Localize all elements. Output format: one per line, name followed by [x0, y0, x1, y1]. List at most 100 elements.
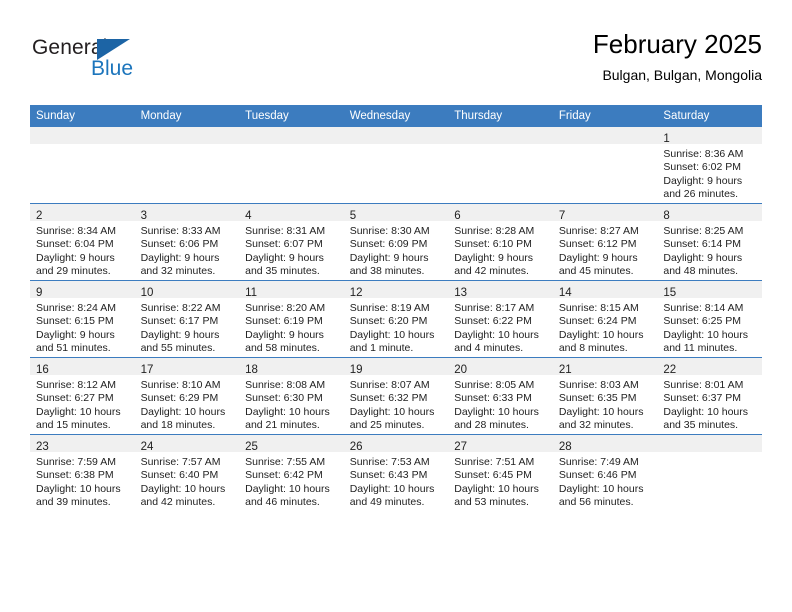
calendar-page: General Blue February 2025 Bulgan, Bulga… [0, 0, 792, 612]
calendar-week-row: 1 Sunrise: 8:36 AM Sunset: 6:02 PM Daylight… [30, 127, 762, 204]
sunrise-text: Sunrise: 7:49 AM [558, 456, 639, 468]
calendar-day-cell[interactable]: 22 Sunrise: 8:01 AM Sunset: 6:37 PM Dayligh… [657, 357, 762, 435]
day-number: 28 [558, 441, 572, 453]
day-number-band: 7 [552, 204, 658, 222]
calendar-day-cell-empty [552, 127, 658, 204]
daylight-text-line1: Daylight: 9 hours [36, 251, 115, 264]
daylight-text-line2: and 42 minutes. [454, 265, 529, 278]
daylight-text-line1: Daylight: 9 hours [454, 251, 534, 264]
day-number-band [134, 127, 240, 144]
day-number-band: 26 [343, 435, 449, 453]
sunrise-text: Sunrise: 8:03 AM [558, 379, 639, 391]
calendar-day-cell[interactable]: 16 Sunrise: 8:12 AM Sunset: 6:27 PM Dayligh… [30, 357, 135, 435]
daylight-text-line1: Daylight: 10 hours [36, 405, 121, 418]
sunset-text: Sunset: 6:02 PM [663, 161, 742, 174]
calendar-day-cell[interactable]: 19 Sunrise: 8:07 AM Sunset: 6:32 PM Dayligh… [343, 357, 449, 435]
day-number-band: 4 [239, 204, 344, 222]
calendar-day-cell[interactable]: 13 Sunrise: 8:17 AM Sunset: 6:22 PM Dayligh… [448, 280, 553, 358]
day-number-band: 1 [657, 127, 762, 145]
daylight-text-line1: Daylight: 10 hours [349, 328, 435, 341]
calendar-day-cell[interactable]: 4 Sunrise: 8:31 AM Sunset: 6:07 PM Daylight… [239, 203, 344, 281]
sunset-text: Sunset: 6:43 PM [349, 469, 428, 482]
calendar-day-cell[interactable]: 23 Sunrise: 7:59 AM Sunset: 6:38 PM Dayligh… [30, 434, 135, 511]
page-subtitle: Bulgan, Bulgan, Mongolia [602, 67, 762, 83]
day-number-band: 6 [448, 204, 553, 222]
day-number: 19 [349, 364, 363, 376]
sunset-text: Sunset: 6:30 PM [245, 392, 323, 405]
day-number: 3 [140, 210, 147, 222]
sunrise-text: Sunrise: 8:27 AM [558, 225, 639, 237]
day-details: Sunrise: 8:12 AM Sunset: 6:27 PM Daylight:… [30, 375, 135, 433]
sunrise-text: Sunrise: 8:05 AM [454, 379, 535, 391]
day-number-band: 21 [552, 358, 658, 376]
day-details: Sunrise: 8:20 AM Sunset: 6:19 PM Daylight:… [239, 298, 344, 356]
day-details: Sunrise: 8:30 AM Sunset: 6:09 PM Daylight:… [344, 221, 449, 279]
day-number: 8 [663, 210, 670, 222]
day-number-band: 22 [657, 358, 762, 376]
day-number-band: 17 [134, 358, 240, 376]
day-details: Sunrise: 7:49 AM Sunset: 6:46 PM Daylight:… [553, 452, 658, 510]
calendar-day-cell[interactable]: 20 Sunrise: 8:05 AM Sunset: 6:33 PM Dayligh… [448, 357, 553, 435]
day-details: Sunrise: 8:31 AM Sunset: 6:07 PM Daylight:… [239, 221, 344, 279]
calendar-day-cell[interactable]: 1 Sunrise: 8:36 AM Sunset: 6:02 PM Daylight… [657, 127, 762, 204]
calendar-day-cell[interactable]: 25 Sunrise: 7:55 AM Sunset: 6:42 PM Dayligh… [239, 434, 344, 511]
day-details: Sunrise: 8:24 AM Sunset: 6:15 PM Daylight:… [30, 298, 135, 356]
calendar-day-cell[interactable]: 21 Sunrise: 8:03 AM Sunset: 6:35 PM Dayligh… [552, 357, 658, 435]
day-number: 23 [36, 441, 49, 453]
daylight-text-line1: Daylight: 10 hours [454, 482, 539, 495]
day-number-band: 15 [657, 281, 762, 299]
sunrise-text: Sunrise: 8:24 AM [36, 302, 116, 314]
day-number: 9 [36, 287, 43, 299]
day-number-band: 12 [343, 281, 449, 299]
calendar-day-cell[interactable]: 10 Sunrise: 8:22 AM Sunset: 6:17 PM Dayligh… [134, 280, 240, 358]
day-number-band: 3 [134, 204, 240, 222]
calendar-day-cell[interactable]: 6 Sunrise: 8:28 AM Sunset: 6:10 PM Daylight… [448, 203, 553, 281]
calendar-day-cell[interactable]: 17 Sunrise: 8:10 AM Sunset: 6:29 PM Dayligh… [134, 357, 240, 435]
day-number-band: 5 [343, 204, 449, 222]
daylight-text-line2: and 32 minutes. [558, 419, 634, 432]
day-number-band [30, 127, 135, 144]
sunset-text: Sunset: 6:24 PM [558, 315, 637, 328]
daylight-text-line1: Daylight: 10 hours [663, 405, 749, 418]
calendar-day-cell[interactable]: 18 Sunrise: 8:08 AM Sunset: 6:30 PM Dayligh… [239, 357, 344, 435]
calendar-day-cell[interactable]: 5 Sunrise: 8:30 AM Sunset: 6:09 PM Daylight… [343, 203, 449, 281]
day-number-band: 20 [448, 358, 553, 376]
calendar-day-cell[interactable]: 15 Sunrise: 8:14 AM Sunset: 6:25 PM Dayligh… [657, 280, 762, 358]
daylight-text-line2: and 25 minutes. [349, 419, 425, 432]
calendar-day-cell[interactable]: 8 Sunrise: 8:25 AM Sunset: 6:14 PM Daylight… [657, 203, 762, 281]
day-number: 20 [454, 364, 468, 376]
day-number-band: 8 [657, 204, 762, 222]
calendar-day-cell[interactable]: 24 Sunrise: 7:57 AM Sunset: 6:40 PM Dayligh… [134, 434, 240, 511]
weekday-header-sunday: Sunday [30, 105, 135, 127]
calendar-day-cell[interactable]: 7 Sunrise: 8:27 AM Sunset: 6:12 PM Daylight… [552, 203, 658, 281]
calendar-day-cell[interactable]: 14 Sunrise: 8:15 AM Sunset: 6:24 PM Dayligh… [552, 280, 658, 358]
calendar-day-cell[interactable]: 12 Sunrise: 8:19 AM Sunset: 6:20 PM Dayligh… [343, 280, 449, 358]
day-details: Sunrise: 8:15 AM Sunset: 6:24 PM Daylight:… [553, 298, 658, 356]
sunrise-text: Sunrise: 8:25 AM [663, 225, 744, 237]
calendar-week-row: 2 Sunrise: 8:34 AM Sunset: 6:04 PM Daylight… [30, 203, 762, 281]
day-details: Sunrise: 8:03 AM Sunset: 6:35 PM Daylight:… [553, 375, 658, 433]
sunset-text: Sunset: 6:40 PM [140, 469, 219, 482]
daylight-text-line2: and 48 minutes. [663, 265, 739, 278]
sunset-text: Sunset: 6:22 PM [454, 315, 532, 328]
general-blue-logo[interactable]: General Blue [32, 36, 162, 90]
day-number-band: 2 [30, 204, 135, 222]
daylight-text-line1: Daylight: 9 hours [140, 328, 220, 341]
day-details: Sunrise: 8:33 AM Sunset: 6:06 PM Daylight:… [135, 221, 240, 279]
day-details: Sunrise: 8:08 AM Sunset: 6:30 PM Daylight:… [239, 375, 344, 433]
calendar-day-cell-empty [239, 127, 344, 204]
sunset-text: Sunset: 6:07 PM [245, 238, 323, 251]
day-number: 11 [245, 287, 258, 299]
day-details: Sunrise: 8:34 AM Sunset: 6:04 PM Daylight:… [30, 221, 135, 279]
calendar-day-cell[interactable]: 11 Sunrise: 8:20 AM Sunset: 6:19 PM Dayligh… [239, 280, 344, 358]
calendar-day-cell[interactable]: 9 Sunrise: 8:24 AM Sunset: 6:15 PM Daylight… [30, 280, 135, 358]
calendar-day-cell[interactable]: 28 Sunrise: 7:49 AM Sunset: 6:46 PM Dayligh… [552, 434, 658, 511]
day-number: 15 [663, 287, 677, 299]
calendar-day-cell[interactable]: 3 Sunrise: 8:33 AM Sunset: 6:06 PM Daylight… [134, 203, 240, 281]
calendar-day-cell[interactable]: 27 Sunrise: 7:51 AM Sunset: 6:45 PM Dayligh… [448, 434, 553, 511]
daylight-text-line2: and 45 minutes. [558, 265, 634, 278]
title-block: February 2025 Bulgan, Bulgan, Mongolia [593, 28, 762, 84]
calendar-day-cell[interactable]: 2 Sunrise: 8:34 AM Sunset: 6:04 PM Daylight… [30, 203, 135, 281]
daylight-text-line2: and 32 minutes. [140, 265, 216, 278]
calendar-day-cell[interactable]: 26 Sunrise: 7:53 AM Sunset: 6:43 PM Dayligh… [343, 434, 449, 511]
